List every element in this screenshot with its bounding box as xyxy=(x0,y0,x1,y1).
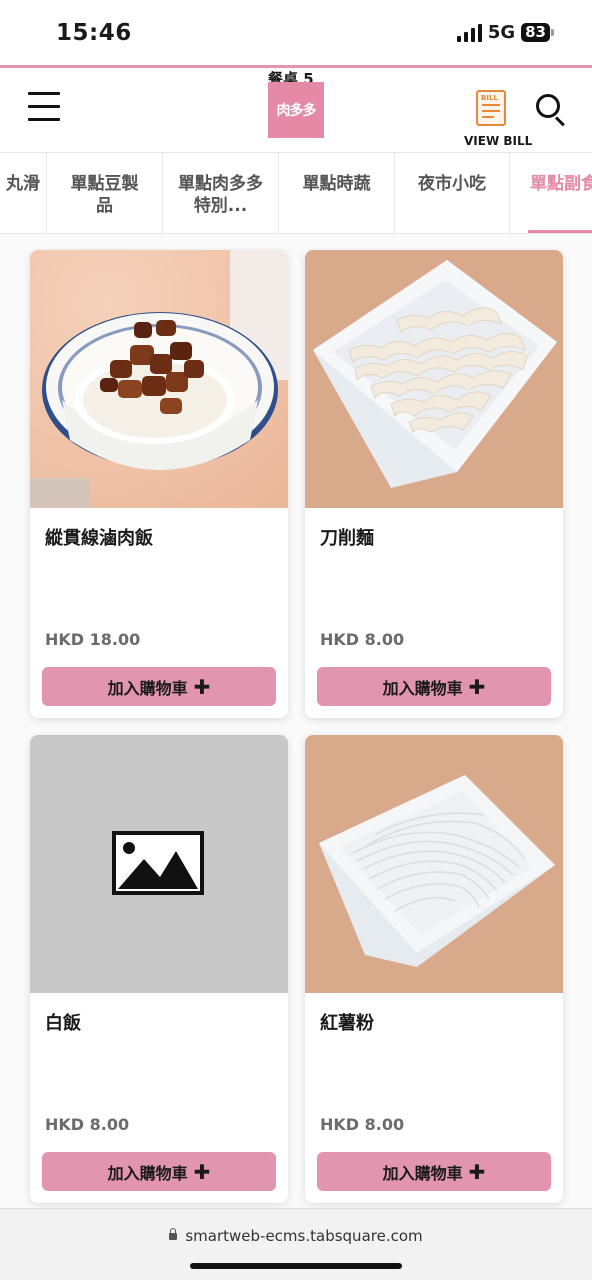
product-name: 刀削麵 xyxy=(320,528,374,549)
app-header: 餐桌 5 肉多多 BILL VIEW BILL xyxy=(0,68,592,152)
product-name: 白飯 xyxy=(45,1013,81,1034)
status-bar: 15:46 5G 83 xyxy=(0,0,592,66)
home-indicator[interactable] xyxy=(190,1263,402,1269)
url-text: smartweb-ecms.tabsquare.com xyxy=(185,1227,423,1245)
url-display[interactable]: smartweb-ecms.tabsquare.com xyxy=(0,1227,592,1245)
product-price: HKD 8.00 xyxy=(320,1115,405,1134)
tab-side-dishes[interactable]: 單點副食 xyxy=(510,153,592,233)
product-image-knife-cut-noodles[interactable] xyxy=(305,250,563,508)
plus-icon: ✚ xyxy=(468,1159,486,1184)
product-card[interactable]: 紅薯粉 HKD 8.00 加入購物車 ✚ xyxy=(305,735,563,1203)
add-to-cart-label: 加入購物車 xyxy=(107,1163,188,1183)
product-card[interactable]: 刀削麵 HKD 8.00 加入購物車 ✚ xyxy=(305,250,563,718)
product-name: 縱貫線滷肉飯 xyxy=(45,528,153,549)
add-to-cart-label: 加入購物車 xyxy=(382,1163,463,1183)
product-price: HKD 8.00 xyxy=(320,630,405,649)
status-indicators: 5G 83 xyxy=(456,22,554,43)
category-tabs: 丸滑 單點豆製品 單點肉多多特別... 單點時蔬 夜市小吃 單點副食 xyxy=(0,152,592,234)
add-to-cart-label: 加入購物車 xyxy=(107,678,188,698)
add-to-cart-button[interactable]: 加入購物車 ✚ xyxy=(317,1152,551,1191)
status-time: 15:46 xyxy=(56,20,132,46)
product-image-sweet-potato-noodles[interactable] xyxy=(305,735,563,993)
tab-night-market[interactable]: 夜市小吃 xyxy=(395,153,510,233)
product-price: HKD 8.00 xyxy=(45,1115,130,1134)
network-type: 5G xyxy=(487,22,516,43)
plus-icon: ✚ xyxy=(193,1159,211,1184)
product-image-placeholder[interactable] xyxy=(30,735,288,993)
product-image-braised-pork-rice[interactable] xyxy=(30,250,288,508)
add-to-cart-button[interactable]: 加入購物車 ✚ xyxy=(42,1152,276,1191)
tab-tofu[interactable]: 單點豆製品 xyxy=(47,153,163,233)
restaurant-logo[interactable]: 肉多多 xyxy=(268,82,324,138)
hamburger-menu-icon[interactable] xyxy=(28,92,60,126)
receipt-icon: BILL xyxy=(476,90,506,126)
battery-icon: 83 xyxy=(521,23,554,42)
tab-wan-hua[interactable]: 丸滑 xyxy=(0,153,47,233)
signal-icon xyxy=(456,23,482,42)
view-bill-label: VIEW BILL xyxy=(464,134,533,148)
add-to-cart-label: 加入購物車 xyxy=(382,678,463,698)
bill-tag: BILL xyxy=(481,94,498,102)
tab-vegetables[interactable]: 單點時蔬 xyxy=(279,153,395,233)
add-to-cart-button[interactable]: 加入購物車 ✚ xyxy=(317,667,551,706)
product-card[interactable]: 白飯 HKD 8.00 加入購物車 ✚ xyxy=(30,735,288,1203)
product-card[interactable]: 縱貫線滷肉飯 HKD 18.00 加入購物車 ✚ xyxy=(30,250,288,718)
view-bill-button[interactable]: BILL VIEW BILL xyxy=(462,90,532,150)
plus-icon: ✚ xyxy=(468,674,486,699)
product-price: HKD 18.00 xyxy=(45,630,141,649)
add-to-cart-button[interactable]: 加入購物車 ✚ xyxy=(42,667,276,706)
battery-level: 83 xyxy=(521,23,550,42)
image-placeholder-icon xyxy=(112,831,204,895)
browser-url-bar[interactable]: smartweb-ecms.tabsquare.com xyxy=(0,1208,592,1280)
plus-icon: ✚ xyxy=(193,674,211,699)
lock-icon xyxy=(169,1228,178,1240)
product-name: 紅薯粉 xyxy=(320,1013,374,1034)
tab-meat-special[interactable]: 單點肉多多特別... xyxy=(163,153,279,233)
search-icon[interactable] xyxy=(534,92,568,127)
logo-text: 肉多多 xyxy=(276,103,317,119)
